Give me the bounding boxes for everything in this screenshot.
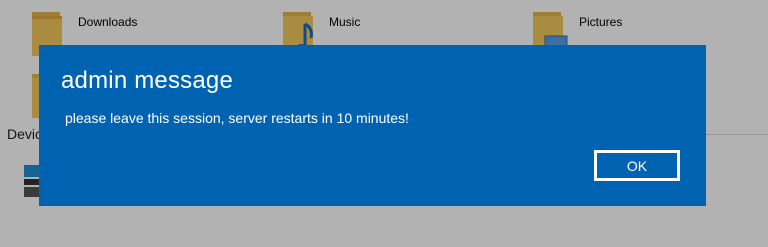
- ok-button-label: OK: [626, 157, 648, 174]
- dialog-title: admin message: [61, 67, 234, 94]
- admin-message-dialog: admin message please leave this session,…: [39, 45, 706, 206]
- dialog-message: please leave this session, server restar…: [65, 110, 409, 126]
- ok-button[interactable]: OK: [594, 150, 680, 181]
